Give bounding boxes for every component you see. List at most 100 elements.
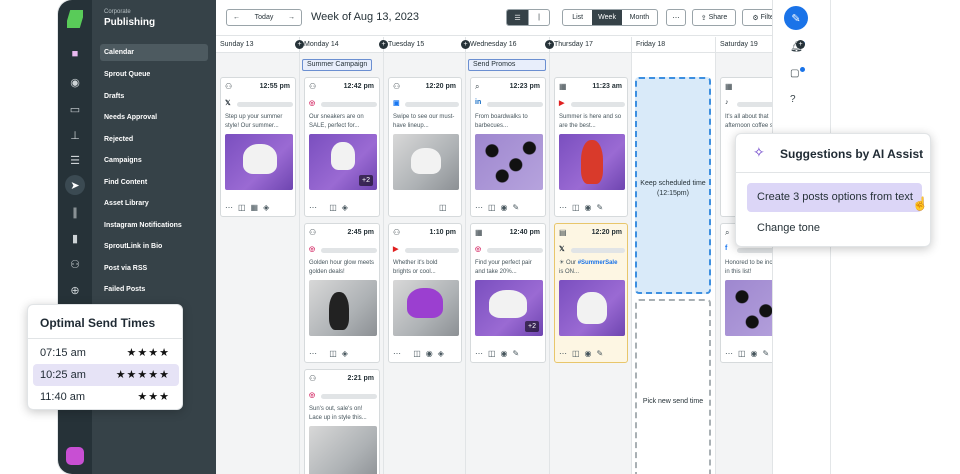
post-card[interactable]: ⚇ 12:20 pm ▣ Swipe to see our must-have … <box>388 77 462 217</box>
compass-icon[interactable]: ◉ <box>65 72 85 92</box>
ai-sparkle-icon: ✧ <box>753 144 765 160</box>
day-header: Monday 14 <box>300 37 383 53</box>
bar-chart-icon[interactable]: ▮ <box>65 228 85 248</box>
nav-item-asset-library[interactable]: Asset Library <box>100 195 208 212</box>
post-caption: Golden hour glow meets golden deals! <box>309 260 375 275</box>
next-arrow-icon[interactable]: → <box>288 14 295 21</box>
nav-item-campaigns[interactable]: Campaigns <box>100 152 208 169</box>
post-actions[interactable]: ⋯ ◫◈ <box>309 349 353 358</box>
ai-option-create-posts[interactable]: Create 3 posts options from text <box>747 183 922 212</box>
send-time-row[interactable]: 07:15 am ★★★★ <box>33 342 179 364</box>
nav-item-rejected[interactable]: Rejected <box>100 131 208 148</box>
support-icon[interactable]: ⊕ <box>65 280 85 300</box>
pin-icon[interactable]: ⊥ <box>65 125 85 145</box>
post-actions[interactable]: ⋯ ◫◉◈ <box>393 349 449 358</box>
tiktok-icon: ♪ <box>725 99 729 106</box>
post-card[interactable]: ⚇ 1:10 pm ▶ Whether it's bold brights or… <box>388 223 462 363</box>
optimal-send-times-title: Optimal Send Times <box>40 316 156 330</box>
view-list-button[interactable]: List <box>563 10 592 25</box>
post-card[interactable]: ▦ 12:40 pm ◎ Find your perfect pair and … <box>470 223 546 363</box>
nav-item-rss[interactable]: Post via RSS <box>100 260 208 277</box>
facebook-icon: ▣ <box>393 100 400 107</box>
add-post-icon[interactable]: + <box>796 40 805 49</box>
filter-icon: ⚙ <box>752 14 761 22</box>
nav-item-sprout-queue[interactable]: Sprout Queue <box>100 66 208 83</box>
keep-time-drop-zone[interactable]: Keep scheduled time (12:15pm) <box>635 77 711 294</box>
post-actions[interactable]: ⋯◫◉✎ <box>475 349 524 358</box>
send-time-row[interactable]: 11:40 am ★★★ <box>33 386 179 408</box>
nav-item-sproutlink[interactable]: SproutLink in Bio <box>100 238 208 255</box>
list-icon[interactable]: ☰ <box>65 150 85 170</box>
post-actions[interactable]: ⋯◫◉✎ <box>559 349 608 358</box>
post-caption: From boardwalks to barbecues... <box>475 114 528 129</box>
prev-arrow-icon[interactable]: ← <box>233 14 240 21</box>
post-card-selected[interactable]: ▤ 12:20 pm 𝕏 ☀ Our #SummerSale is ON... … <box>554 223 628 363</box>
placeholder-bar <box>405 102 459 107</box>
nav-item-needs-approval[interactable]: Needs Approval <box>100 109 208 126</box>
publishing-folder-icon[interactable]: ■ <box>65 44 85 64</box>
placeholder-bar <box>321 394 377 399</box>
more-media-badge: +2 <box>359 175 373 186</box>
today-button[interactable]: Today <box>255 14 274 21</box>
day-header: Thursday 17 <box>550 37 631 53</box>
post-card[interactable]: ⚇ 2:21 pm ◎ Sun's out, sale's on! Lace u… <box>304 369 380 474</box>
help-icon[interactable]: ? <box>790 94 796 105</box>
send-icon[interactable]: ➤ <box>65 175 85 195</box>
share-icon: ⇪ <box>700 14 709 22</box>
add-post-icon[interactable]: + <box>379 40 388 49</box>
post-card[interactable]: ▦ 11:23 am ▶ Summer is here and so are t… <box>554 77 628 217</box>
compact-view-icon[interactable]: | <box>527 10 549 25</box>
nav-item-calendar[interactable]: Calendar <box>100 44 208 61</box>
share-button[interactable]: ⇪ Share <box>692 9 736 26</box>
nav-item-failed-posts[interactable]: Failed Posts <box>100 281 208 298</box>
nav-item-find-content[interactable]: Find Content <box>100 174 208 191</box>
facebook-icon: f <box>725 245 728 252</box>
chat-add-icon[interactable]: ▢ <box>790 68 799 79</box>
more-options-button[interactable]: ⋯ <box>666 9 686 26</box>
add-post-icon[interactable]: + <box>295 40 304 49</box>
calendar-icon: ▦ <box>559 82 567 91</box>
send-time: 11:40 am <box>40 391 86 403</box>
post-card[interactable]: ⌕ 12:23 pm in From boardwalks to barbecu… <box>470 77 546 217</box>
post-card[interactable]: ⚇ 12:42 pm ◎ Our sneakers are on SALE, p… <box>304 77 380 217</box>
account-icon[interactable] <box>66 447 84 465</box>
nav-item-drafts[interactable]: Drafts <box>100 88 208 105</box>
post-actions[interactable]: ⋯◫◉✎ <box>559 203 608 212</box>
campaign-tag[interactable]: Summer Campaign <box>302 59 373 71</box>
post-card[interactable]: ⚇ 2:45 pm ◎ Golden hour glow meets golde… <box>304 223 380 363</box>
post-actions[interactable]: ◫ <box>439 203 452 212</box>
nav-item-instagram-notifications[interactable]: Instagram Notifications <box>100 217 208 234</box>
profile-icon: ⚇ <box>393 82 401 91</box>
post-actions[interactable]: ⋯◫◉✎ <box>725 349 774 358</box>
stack-view-icon[interactable]: ☰ <box>507 10 528 25</box>
send-time-row-selected[interactable]: 10:25 am ★★★★★ <box>33 364 179 386</box>
post-caption: ☀ Our #SummerSale is ON... <box>559 259 623 277</box>
add-post-icon[interactable]: + <box>461 40 470 49</box>
post-image <box>393 134 459 190</box>
post-actions[interactable]: ⋯◫▦◈ <box>225 203 274 212</box>
post-time: 2:45 pm <box>347 229 374 236</box>
placeholder-bar <box>487 248 543 253</box>
compose-icon[interactable]: ✎ <box>784 6 808 30</box>
post-actions[interactable]: ⋯ ◫◈ <box>309 203 353 212</box>
campaign-tag[interactable]: Send Promos <box>468 59 546 71</box>
view-week-button[interactable]: Week <box>592 10 622 25</box>
placeholder-bar <box>321 102 377 107</box>
waveform-icon[interactable]: ∥ <box>65 202 85 222</box>
post-actions[interactable]: ⋯◫◉✎ <box>475 203 524 212</box>
week-grid: Sunday 13 + ⚇ 12:55 pm 𝕏 Step up your su… <box>216 37 830 474</box>
add-post-icon[interactable]: + <box>545 40 554 49</box>
inbox-icon[interactable]: ▭ <box>65 99 85 119</box>
people-icon[interactable]: ⚇ <box>65 254 85 274</box>
day-column-friday: Friday 18 Keep scheduled time (12:15pm) … <box>632 37 716 474</box>
hashtag[interactable]: #SummerSale <box>578 260 618 266</box>
post-time: 12:20 pm <box>591 229 622 236</box>
placeholder-bar <box>571 102 625 107</box>
day-column-tuesday: Tuesday 15 + ⚇ 12:20 pm ▣ Swipe to see o… <box>384 37 470 474</box>
profile-icon: ⚇ <box>309 228 317 237</box>
ai-option-change-tone[interactable]: Change tone <box>747 214 922 243</box>
post-card[interactable]: ⚇ 12:55 pm 𝕏 Step up your summer style! … <box>220 77 296 217</box>
pick-time-drop-zone[interactable]: Pick new send time <box>635 299 711 474</box>
post-time: 12:42 pm <box>343 83 374 90</box>
view-month-button[interactable]: Month <box>622 10 657 25</box>
